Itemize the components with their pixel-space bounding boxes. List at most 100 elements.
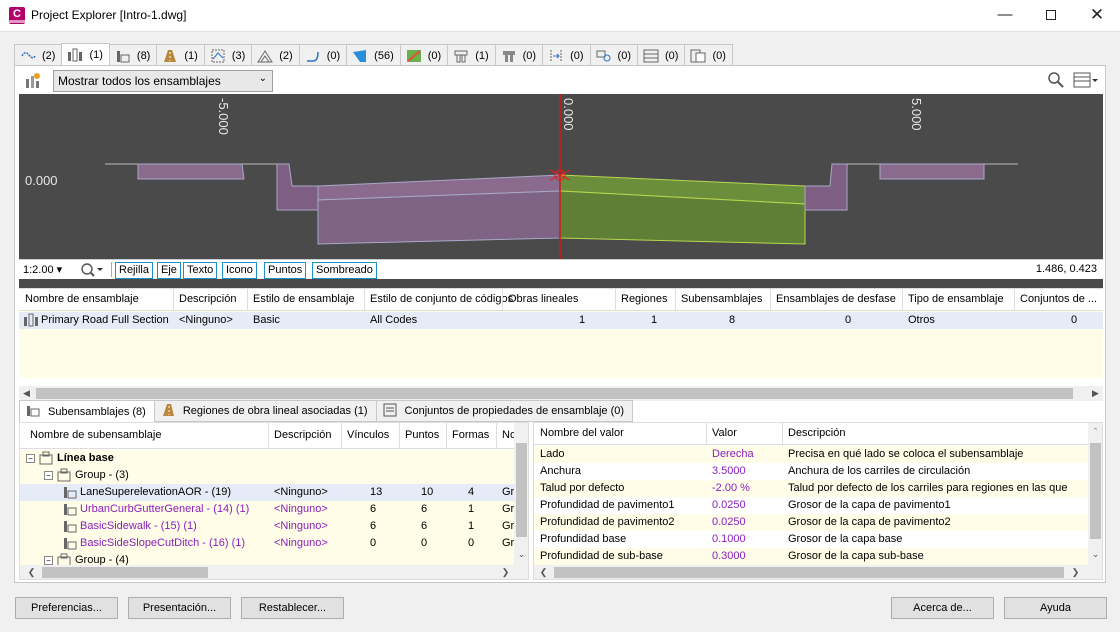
icon-toggle-button[interactable]: Icono (222, 262, 257, 279)
column-header[interactable]: Tipo de ensamblaje (908, 293, 1004, 307)
tab-site[interactable]: (0) (399, 44, 449, 66)
tab-sample-line[interactable]: (0) (494, 44, 544, 66)
property-value[interactable]: Derecha (712, 448, 754, 460)
assembly-filter-select[interactable]: Mostrar todos los ensamblajes ⌄ (53, 70, 273, 92)
column-header[interactable]: Valor (712, 427, 737, 439)
shading-toggle-button[interactable]: Sombreado (312, 262, 377, 279)
scroll-thumb[interactable] (1090, 443, 1101, 539)
tab-intersection[interactable]: (1) (447, 44, 496, 66)
subassembly-name: LaneSuperelevationAOR - (19) (80, 486, 232, 498)
tree-row[interactable]: BasicSideSlopeCutDitch - (16) (1) <Ningun… (20, 535, 514, 552)
column-header[interactable]: Descripción (179, 293, 236, 307)
column-header[interactable]: Nombre del valor (540, 427, 624, 439)
collapse-icon[interactable]: − (44, 556, 53, 565)
tab-assembly[interactable]: (1) (61, 43, 110, 66)
property-row[interactable]: Profundidad de sub-base 0.3000 Grosor de l… (534, 548, 1088, 565)
column-header[interactable]: Formas (452, 429, 489, 441)
presentation-button[interactable]: Presentación... (128, 597, 231, 619)
column-header[interactable]: Puntos (405, 429, 439, 441)
scroll-left-icon[interactable]: ◀ (19, 386, 34, 401)
scroll-right-icon[interactable]: ❯ (1068, 565, 1083, 579)
column-header[interactable]: Descripción (274, 429, 331, 441)
grid-toggle-button[interactable]: Rejilla (115, 262, 153, 279)
tab-subassemblies[interactable]: Subensamblajes (8) (19, 400, 155, 422)
axis-toggle-button[interactable]: Eje (157, 262, 181, 279)
scroll-left-icon[interactable]: ❮ (536, 565, 551, 579)
subassemblies-horizontal-scrollbar[interactable]: ❮ ❯ (20, 565, 528, 579)
search-icon[interactable] (1047, 71, 1065, 89)
column-header[interactable]: Nombre de subensamblaje (30, 429, 161, 441)
tab-subassembly[interactable]: (8) (108, 44, 158, 66)
property-row[interactable]: Profundidad base 0.1000 Grosor de la capa … (534, 531, 1088, 548)
tab-section-view[interactable]: (0) (542, 44, 591, 66)
property-value[interactable]: 0.0250 (712, 499, 746, 511)
tab-alignment[interactable]: (2) (14, 44, 63, 66)
table-row[interactable]: Primary Road Full Section <Ninguno> Basic A… (19, 312, 1103, 329)
minimize-button[interactable]: — (982, 0, 1028, 32)
help-button[interactable]: Ayuda (1004, 597, 1107, 619)
column-header[interactable]: Descripción (788, 427, 845, 439)
assemblies-horizontal-scrollbar[interactable]: ◀ ▶ (19, 386, 1103, 401)
scroll-up-icon[interactable]: ˆ (1088, 425, 1102, 440)
property-value[interactable]: 0.3000 (712, 550, 746, 562)
tab-parcel[interactable]: (56) (346, 44, 401, 66)
column-header[interactable]: Estilo de conjunto de códigos (370, 293, 513, 307)
scroll-thumb[interactable] (516, 443, 527, 537)
maximize-button[interactable] (1028, 0, 1074, 32)
column-header[interactable]: Conjuntos de ... (1020, 293, 1100, 307)
tab-table[interactable]: (0) (637, 44, 686, 66)
tab-corridor[interactable]: (1) (156, 44, 205, 66)
tree-row[interactable]: UrbanCurbGutterGeneral - (14) (1) <Ningun… (20, 501, 514, 518)
column-header[interactable]: Subensamblajes (681, 293, 762, 307)
properties-horizontal-scrollbar[interactable]: ❮ ❯ (534, 565, 1102, 579)
collapse-icon[interactable]: − (44, 471, 53, 480)
collapse-icon[interactable]: − (26, 454, 35, 463)
tab-profile[interactable]: (3) (203, 44, 253, 66)
preferences-button[interactable]: Preferencias... (15, 597, 118, 619)
property-row[interactable]: Lado Derecha Precisa en qué lado se coloca… (534, 446, 1088, 463)
tree-row[interactable]: BasicSidewalk - (15) (1) <Ninguno> 6 6 1 Gr (20, 518, 514, 535)
subassemblies-vertical-scrollbar[interactable]: ⌄ (514, 423, 528, 565)
points-toggle-button[interactable]: Puntos (264, 262, 307, 279)
new-assembly-icon[interactable] (23, 72, 41, 90)
tab-pipe-network[interactable]: (0) (589, 44, 638, 66)
scroll-thumb[interactable] (42, 567, 208, 578)
tree-row[interactable]: − Group - (3) (20, 467, 514, 484)
tab-feature-line[interactable]: (0) (298, 44, 348, 66)
scroll-thumb[interactable] (36, 388, 1073, 399)
property-row[interactable]: Profundidad de pavimento1 0.0250 Grosor de… (534, 497, 1088, 514)
about-button[interactable]: Acerca de... (891, 597, 994, 619)
column-header[interactable]: Nombre de ensamblaje (25, 293, 139, 307)
tab-catchment[interactable]: (0) (684, 44, 733, 66)
property-row[interactable]: Talud por defecto -2.00 % Talud por defect… (534, 480, 1088, 497)
property-row[interactable]: Profundidad de pavimento2 0.0250 Grosor de… (534, 514, 1088, 531)
scroll-down-icon[interactable]: ⌄ (514, 547, 528, 562)
scale-dropdown[interactable]: 1:2.00 ▾ (23, 263, 62, 276)
scroll-thumb[interactable] (554, 567, 1064, 578)
scroll-left-icon[interactable]: ❮ (24, 565, 39, 579)
view-options-icon[interactable] (1073, 71, 1099, 89)
column-header[interactable]: Vínculos (347, 429, 389, 441)
zoom-icon[interactable] (79, 261, 107, 280)
tab-surface[interactable]: (2) (251, 44, 300, 66)
column-header[interactable]: Regiones (621, 293, 667, 307)
property-value[interactable]: 0.1000 (712, 533, 746, 545)
scroll-down-icon[interactable]: ⌄ (1088, 547, 1102, 562)
property-value[interactable]: 3.5000 (712, 465, 746, 477)
scroll-right-icon[interactable]: ▶ (1088, 386, 1103, 401)
column-header[interactable]: Ensamblajes de desfase (776, 293, 896, 307)
text-toggle-button[interactable]: Texto (183, 262, 218, 279)
properties-vertical-scrollbar[interactable]: ˆ ⌄ (1088, 423, 1102, 565)
property-row[interactable]: Anchura 3.5000 Anchura de los carriles de … (534, 463, 1088, 480)
close-button[interactable]: ✕ (1074, 0, 1120, 32)
property-value[interactable]: -2.00 % (712, 482, 750, 494)
column-header[interactable]: Obras lineales (508, 293, 578, 307)
scroll-right-icon[interactable]: ❯ (498, 565, 513, 579)
property-value[interactable]: 0.0250 (712, 516, 746, 528)
column-header[interactable]: Estilo de ensamblaje (253, 293, 355, 307)
reset-button[interactable]: Restablecer... (241, 597, 344, 619)
tree-row[interactable]: LaneSuperelevationAOR - (19) <Ninguno> 13 1… (20, 484, 514, 501)
tab-property-sets[interactable]: Conjuntos de propiedades de ensamblaje (… (375, 400, 634, 422)
tab-corridor-regions[interactable]: Regiones de obra lineal asociadas (1) (153, 400, 377, 422)
tree-row[interactable]: − Línea base (20, 450, 514, 467)
